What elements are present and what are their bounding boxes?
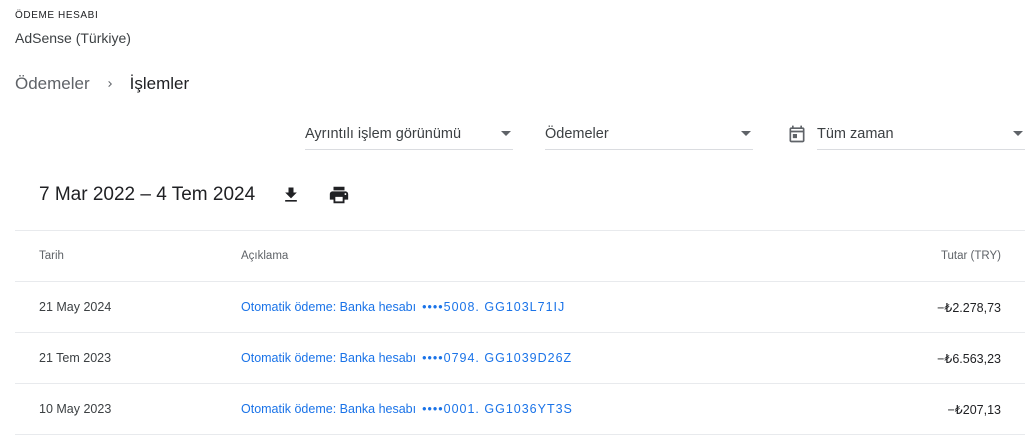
download-button[interactable] <box>279 183 303 207</box>
table-row: 21 May 2024 Otomatik ödeme: Banka hesabı… <box>15 282 1025 333</box>
print-button[interactable] <box>327 183 351 207</box>
row-description-link[interactable]: Otomatik ödeme: Banka hesabı ••••0794. G… <box>241 333 572 383</box>
column-header-amount[interactable]: Tutar (TRY) <box>941 231 1001 281</box>
breadcrumb-current: İşlemler <box>129 74 190 93</box>
row-amount: −₺2.278,73 <box>937 300 1001 315</box>
payment-account-name: AdSense (Türkiye) <box>15 30 131 46</box>
column-header-description: Açıklama <box>241 250 289 262</box>
chevron-down-icon <box>741 131 751 136</box>
row-description-link[interactable]: Otomatik ödeme: Banka hesabı ••••0001. G… <box>241 384 573 434</box>
row-description-link[interactable]: Otomatik ödeme: Banka hesabı ••••5008. G… <box>241 282 565 332</box>
print-icon <box>330 186 349 204</box>
transactions-page: ÖDEME HESABI AdSense (Türkiye) Ödemeler … <box>0 0 1033 445</box>
view-select-value: Ayrıntılı işlem görünümü <box>305 125 462 142</box>
transactions-table: Tarih Açıklama Tutar (TRY) 21 May 2024 O… <box>15 230 1025 435</box>
transaction-type-value: Ödemeler <box>545 125 609 142</box>
table-row: 21 Tem 2023 Otomatik ödeme: Banka hesabı… <box>15 333 1025 384</box>
chevron-right-icon <box>104 78 116 90</box>
date-range-select[interactable]: Tüm zaman <box>817 118 1025 150</box>
row-date: 10 May 2023 <box>39 402 112 416</box>
chevron-down-icon <box>501 131 511 136</box>
date-range-value: Tüm zaman <box>817 125 894 142</box>
row-amount: −₺6.563,23 <box>937 351 1001 366</box>
transaction-type-select[interactable]: Ödemeler <box>545 118 753 150</box>
chevron-down-icon <box>1013 131 1023 136</box>
table-header-row: Tarih Açıklama Tutar (TRY) <box>15 231 1025 282</box>
row-account-reference[interactable]: ••••0001. GG1036YT3S <box>422 402 573 416</box>
date-range-header: 7 Mar 2022 – 4 Tem 2024 <box>39 183 351 207</box>
row-account-reference[interactable]: ••••0794. GG1039D26Z <box>422 351 572 365</box>
date-range-title: 7 Mar 2022 – 4 Tem 2024 <box>39 184 256 205</box>
table-row: 10 May 2023 Otomatik ödeme: Banka hesabı… <box>15 384 1025 435</box>
row-description-text[interactable]: Otomatik ödeme: Banka hesabı <box>241 402 416 416</box>
download-icon <box>285 187 298 202</box>
row-account-reference[interactable]: ••••5008. GG103L71IJ <box>422 300 565 314</box>
column-header-date[interactable]: Tarih <box>39 231 64 281</box>
view-select[interactable]: Ayrıntılı işlem görünümü <box>305 118 513 150</box>
row-date: 21 May 2024 <box>39 300 112 314</box>
row-description-text[interactable]: Otomatik ödeme: Banka hesabı <box>241 300 416 314</box>
row-date: 21 Tem 2023 <box>39 351 112 365</box>
payment-account-label: ÖDEME HESABI <box>15 10 99 21</box>
row-amount: −₺207,13 <box>947 402 1002 417</box>
breadcrumb-payments-link[interactable]: Ödemeler <box>15 74 90 94</box>
breadcrumb: Ödemeler İşlemler <box>15 74 189 94</box>
calendar-icon <box>787 124 807 144</box>
row-description-text[interactable]: Otomatik ödeme: Banka hesabı <box>241 351 416 365</box>
